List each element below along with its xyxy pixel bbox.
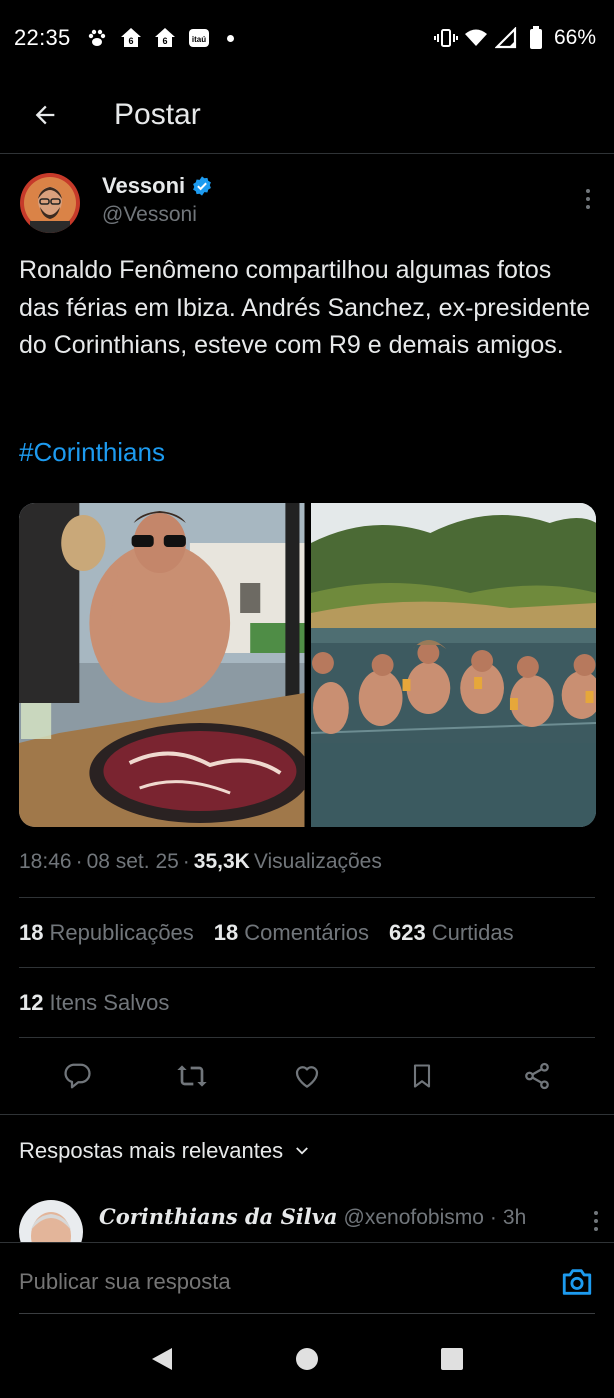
nav-home-button[interactable] (287, 1339, 327, 1379)
views-label: Visualizações (253, 850, 382, 873)
views-count: 35,3K (193, 850, 250, 873)
reply-author-handle[interactable]: @xenofobismo (344, 1206, 484, 1230)
triangle-back-icon (152, 1348, 173, 1370)
saved-label: Itens Salvos (49, 990, 170, 1015)
paw-icon (85, 26, 109, 50)
saved-count: 12 (19, 990, 44, 1015)
divider (19, 1037, 595, 1038)
heart-icon (295, 1066, 319, 1088)
reposts-stat[interactable]: 18 Republicações (19, 920, 194, 946)
battery-percent: 66% (553, 26, 596, 49)
replies-sort-label: Respostas mais relevantes (19, 1138, 284, 1163)
home-6-icon: 6 (119, 26, 143, 50)
replies-sort-dropdown[interactable]: Respostas mais relevantes (19, 1138, 311, 1164)
battery-icon (524, 26, 548, 50)
square-recents-icon (440, 1348, 463, 1370)
reply-input[interactable] (19, 1269, 519, 1295)
reply-avatar[interactable] (19, 1200, 83, 1242)
author-avatar[interactable] (20, 173, 80, 233)
circle-home-icon (295, 1348, 318, 1370)
tweet-date: 08 set. 25 (86, 850, 179, 873)
svg-text:6: 6 (162, 36, 167, 46)
nav-recents-button[interactable] (432, 1339, 472, 1379)
divider (19, 967, 595, 968)
more-vertical-icon (586, 189, 590, 209)
comments-count: 18 (213, 920, 239, 945)
composer-underline (19, 1313, 595, 1314)
repost-icon (177, 1065, 207, 1087)
bookmark-button[interactable] (397, 1051, 447, 1101)
itau-icon: itaú (187, 26, 211, 50)
like-button[interactable] (282, 1051, 332, 1101)
author-name-row: Vessoni (102, 173, 213, 199)
divider (0, 1114, 614, 1115)
separator-dot: · (489, 1206, 497, 1229)
more-notifications-dot (226, 34, 234, 42)
tweet-timestamp: 18:46 · 08 set. 25 · 35,3K Visualizações (19, 850, 382, 874)
hashtag-link[interactable]: #Corinthians (19, 437, 165, 468)
tweet-actions (0, 1040, 614, 1112)
nav-back-button[interactable] (142, 1339, 182, 1379)
tweet-author: Vessoni @Vessoni (20, 173, 600, 237)
media-photo-right[interactable] (310, 503, 596, 827)
svg-text:6: 6 (128, 36, 133, 46)
notification-icons: 6 6 itaú (85, 26, 234, 50)
reply-author-name[interactable]: Corinthians da Silva (99, 1204, 338, 1229)
tweet-more-button[interactable] (576, 187, 600, 211)
arrow-left-icon (35, 105, 55, 124)
tweet-stats: 18 Republicações 18 Comentários 623 Curtida… (19, 920, 514, 946)
tweet-media (19, 503, 596, 827)
comment-icon (64, 1063, 92, 1089)
tweet-time: 18:46 (19, 850, 72, 873)
camera-button[interactable] (560, 1265, 594, 1299)
top-bar: Postar (0, 76, 614, 154)
reply-item[interactable]: Corinthians da Silva @xenofobismo · 3h (19, 1200, 599, 1242)
status-time: 22:35 (14, 25, 71, 50)
bookmark-icon (413, 1064, 430, 1088)
reposts-label: Republicações (49, 920, 194, 945)
verified-badge-icon (193, 176, 212, 196)
reposts-count: 18 (19, 920, 44, 945)
author-handle[interactable]: @Vessoni (102, 203, 213, 227)
chevron-down-icon (296, 1147, 309, 1155)
system-status: 66% (433, 26, 596, 50)
media-photo-left[interactable] (19, 503, 305, 827)
comments-label: Comentários (244, 920, 369, 945)
wifi-icon (464, 26, 488, 50)
system-nav-bar (0, 1320, 614, 1398)
separator-dot: · (75, 850, 83, 873)
signal-icon (494, 26, 518, 50)
status-bar: 22:35 6 6 itaú 66% (0, 0, 614, 76)
page-title: Postar (114, 97, 201, 131)
likes-stat[interactable]: 623 Curtidas (389, 920, 514, 946)
home-6-icon: 6 (153, 26, 177, 50)
tweet-text: Ronaldo Fenômeno compartilhou algumas fo… (19, 256, 591, 359)
share-icon (524, 1062, 549, 1090)
author-name[interactable]: Vessoni (102, 173, 185, 199)
likes-label: Curtidas (431, 920, 514, 945)
repost-button[interactable] (167, 1051, 217, 1101)
camera-icon (562, 1269, 592, 1295)
share-button[interactable] (512, 1051, 562, 1101)
reply-meta: Corinthians da Silva @xenofobismo · 3h (99, 1204, 526, 1242)
more-vertical-icon (594, 1211, 598, 1231)
likes-count: 623 (389, 920, 426, 945)
comments-stat[interactable]: 18 Comentários (214, 920, 369, 946)
reply-time: 3h (502, 1206, 527, 1229)
svg-text:itaú: itaú (191, 35, 205, 44)
vibrate-icon (433, 26, 458, 50)
back-button[interactable] (0, 76, 90, 154)
reply-composer (0, 1242, 614, 1314)
divider (19, 897, 595, 898)
separator-dot: · (182, 850, 190, 873)
reply-more-button[interactable] (593, 1210, 599, 1242)
reply-button[interactable] (52, 1051, 102, 1101)
saved-stat[interactable]: 12 Itens Salvos (19, 990, 169, 1016)
author-meta: Vessoni @Vessoni (102, 173, 213, 227)
